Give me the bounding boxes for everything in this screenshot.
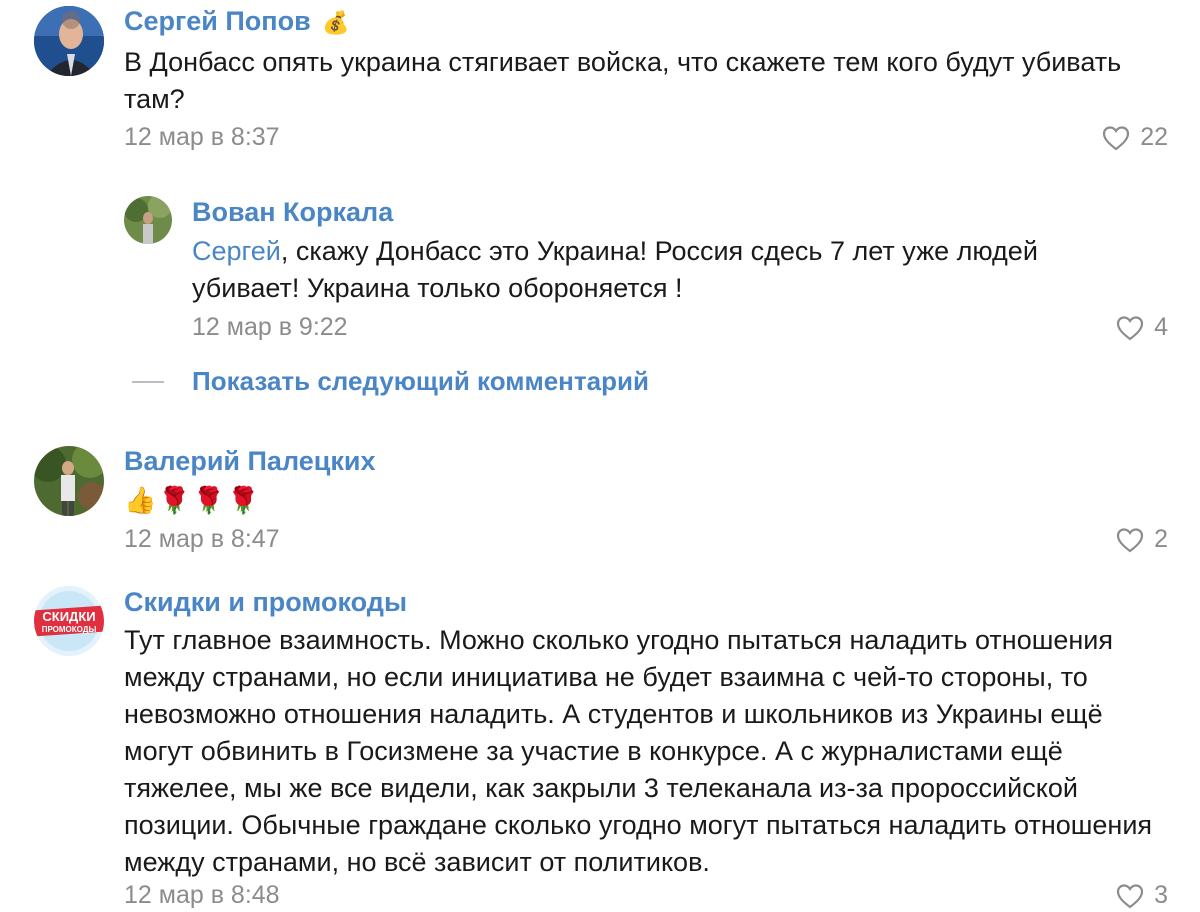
comment-date[interactable]: 12 мар в 8:47 xyxy=(124,525,280,554)
heart-outline-icon xyxy=(1103,125,1130,150)
logo-line-2: ПРОМОКОДЫ xyxy=(42,625,97,634)
like-count: 2 xyxy=(1154,525,1168,553)
logo-line-1: СКИДКИ xyxy=(42,609,95,624)
like-count: 22 xyxy=(1140,123,1168,151)
avatar[interactable]: СКИДКИ ПРОМОКОДЫ xyxy=(34,586,104,656)
like-button[interactable]: 4 xyxy=(1116,313,1168,342)
reply-mention-link[interactable]: Сергей xyxy=(192,236,281,266)
heart-outline-icon xyxy=(1116,527,1144,552)
money-bag-icon: 💰 xyxy=(322,10,350,35)
like-button[interactable]: 3 xyxy=(1116,881,1168,910)
avatar[interactable] xyxy=(124,196,172,244)
heart-outline-icon xyxy=(1116,883,1144,908)
like-count: 4 xyxy=(1154,313,1168,341)
heart-outline-icon xyxy=(1116,315,1144,340)
comment-author[interactable]: Валерий Палецких xyxy=(124,446,375,477)
divider-dash xyxy=(132,380,164,383)
like-button[interactable]: 22 xyxy=(1102,123,1168,152)
avatar[interactable] xyxy=(34,446,104,516)
show-next-comment-button[interactable]: Показать следующий комментарий xyxy=(132,366,649,397)
comment-author[interactable]: Сергей Попов 💰 xyxy=(124,6,350,37)
comment-text: Тут главное взаимность. Можно сколько уг… xyxy=(124,625,1153,877)
comment-author[interactable]: Скидки и промокоды xyxy=(124,587,407,618)
like-button[interactable]: 2 xyxy=(1116,525,1168,554)
comment-date[interactable]: 12 мар в 8:37 xyxy=(124,123,280,152)
comment-date[interactable]: 12 мар в 8:48 xyxy=(124,881,280,910)
show-next-label: Показать следующий комментарий xyxy=(192,366,649,396)
comment-author[interactable]: Вован Коркала xyxy=(192,197,393,228)
like-count: 3 xyxy=(1154,881,1168,909)
comment-text: 👍🌹🌹🌹 xyxy=(124,485,262,515)
comment-text: В Донбасс опять украина стягивает войска… xyxy=(124,47,1122,114)
avatar[interactable] xyxy=(34,6,104,76)
comment-text: Сергей, скажу Донбасс это Украина! Росси… xyxy=(192,236,1038,303)
comment-date[interactable]: 12 мар в 9:22 xyxy=(192,313,348,342)
